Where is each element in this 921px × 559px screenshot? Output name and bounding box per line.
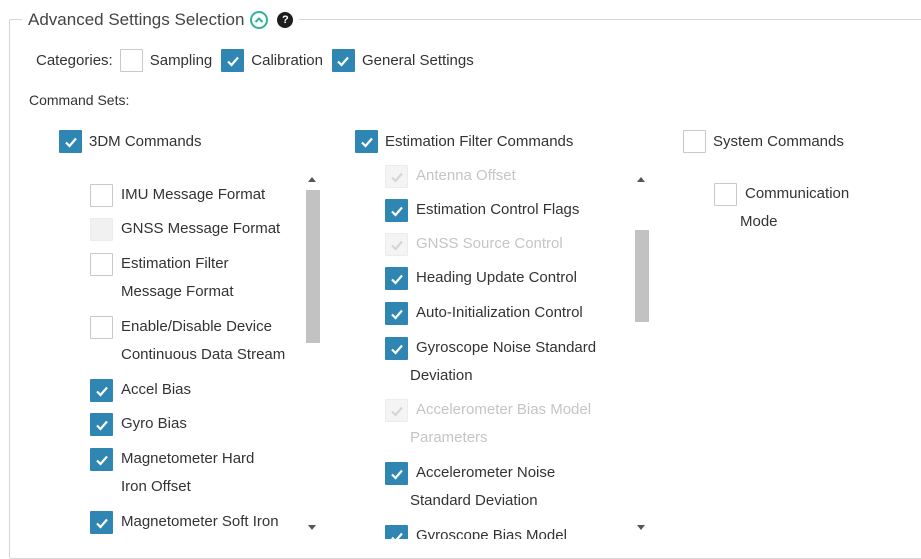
scroll-up-arrow-icon[interactable]: [637, 177, 645, 182]
accelerometer-bias-model-parameters-checkbox: [385, 399, 408, 422]
3dm-scrollbar[interactable]: [306, 168, 322, 539]
communication-mode-checkbox[interactable]: [714, 183, 737, 206]
estimation-filter-commands-checkbox[interactable]: [355, 130, 378, 153]
group-3dm-commands: 3DM Commands: [59, 130, 202, 153]
imu-message-format-checkbox[interactable]: [90, 184, 113, 207]
command-sets-label: Command Sets:: [29, 92, 129, 108]
check-icon: [95, 420, 108, 431]
scroll-up-arrow-icon[interactable]: [308, 177, 316, 182]
estimation-control-flags-checkbox[interactable]: [385, 199, 408, 222]
scroll-thumb[interactable]: [306, 190, 320, 343]
estimation-filter-scrollbar[interactable]: [635, 168, 651, 539]
check-icon: [95, 518, 108, 529]
check-icon: [390, 206, 403, 217]
general-settings-label: General Settings: [361, 52, 474, 69]
check-icon: [64, 137, 77, 148]
sampling-checkbox[interactable]: [119, 49, 143, 72]
categories-label: Categories:: [36, 52, 113, 69]
gyro-bias-checkbox[interactable]: [90, 413, 113, 436]
check-icon: [390, 309, 403, 320]
command-sets-heading: Command Sets:: [29, 92, 130, 108]
group-estimation-filter-commands: Estimation Filter Commands: [355, 130, 573, 153]
estimation-filter-commands-list[interactable]: Antenna Offset Estimation Control Flags …: [380, 160, 628, 539]
check-icon: [95, 386, 108, 397]
check-icon: [390, 344, 403, 355]
enable-disable-device-checkbox[interactable]: [90, 316, 113, 339]
estimation-filter-message-format-checkbox[interactable]: [90, 253, 113, 276]
accelerometer-noise-standard-deviation-checkbox[interactable]: [385, 462, 408, 485]
check-icon: [390, 532, 403, 539]
check-icon: [390, 172, 403, 183]
general-settings-checkbox[interactable]: [331, 49, 355, 72]
heading-update-control-checkbox[interactable]: [385, 267, 408, 290]
section-title: Advanced Settings Selection: [28, 10, 245, 29]
check-icon: [390, 240, 403, 251]
check-icon: [390, 274, 403, 285]
check-icon: [390, 406, 403, 417]
check-icon: [95, 455, 108, 466]
gyroscope-bias-model-checkbox[interactable]: [385, 525, 408, 539]
help-icon[interactable]: ?: [277, 12, 294, 28]
antenna-offset-checkbox: [385, 165, 408, 188]
scroll-down-arrow-icon[interactable]: [637, 525, 645, 530]
calibration-checkbox[interactable]: [221, 49, 245, 72]
system-commands-label: System Commands: [713, 133, 844, 150]
chevron-up-circle-icon[interactable]: [250, 11, 269, 29]
check-icon: [390, 469, 403, 480]
3dm-commands-label: 3DM Commands: [89, 133, 202, 150]
calibration-label: Calibration: [251, 52, 323, 69]
gnss-message-format-checkbox: [90, 218, 113, 241]
group-system-commands: System Commands: [683, 130, 844, 153]
magnetometer-soft-iron-checkbox[interactable]: [90, 511, 113, 534]
accel-bias-checkbox[interactable]: [90, 379, 113, 402]
auto-initialization-control-checkbox[interactable]: [385, 302, 408, 325]
estimation-filter-commands-label: Estimation Filter Commands: [385, 133, 574, 150]
categories-row: Categories: Sampling Calibration General…: [36, 49, 474, 72]
gyroscope-noise-standard-deviation-checkbox[interactable]: [385, 337, 408, 360]
check-icon: [226, 56, 239, 67]
3dm-commands-list[interactable]: IMU Message Format GNSS Message Format E…: [85, 168, 307, 539]
check-icon: [360, 137, 373, 148]
check-icon: [337, 56, 350, 67]
scroll-thumb[interactable]: [635, 230, 649, 322]
magnetometer-hard-iron-checkbox[interactable]: [90, 448, 113, 471]
3dm-commands-checkbox[interactable]: [59, 130, 82, 153]
system-commands-checkbox[interactable]: [683, 130, 706, 153]
scroll-down-arrow-icon[interactable]: [308, 525, 316, 530]
section-legend: Advanced Settings Selection ?: [22, 8, 300, 32]
sampling-label: Sampling: [149, 52, 213, 69]
gnss-source-control-checkbox: [385, 233, 408, 256]
